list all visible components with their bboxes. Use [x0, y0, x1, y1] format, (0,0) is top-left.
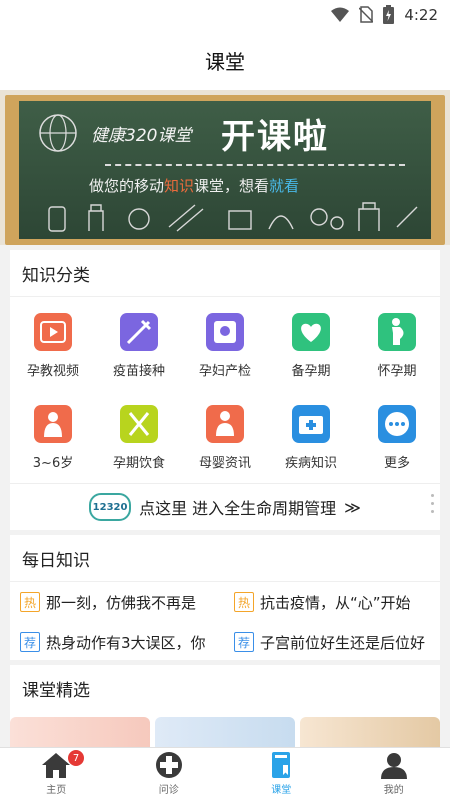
fork-spoon-icon: [120, 405, 158, 443]
globe-doodle-icon: [33, 109, 83, 157]
person-icon: [379, 751, 409, 779]
category-label: 3~6岁: [33, 452, 73, 471]
double-chevron-right-icon: ≫: [344, 498, 361, 517]
picks-title: 课堂精选: [10, 665, 440, 711]
category-label: 孕教视频: [27, 360, 79, 379]
category-grid: 孕教视频 疫苗接种 孕妇产检 备孕期 怀孕期 3~6岁 孕期饮食 母婴资讯 疾病知识 更多: [10, 297, 440, 482]
medical-cross-icon: [154, 751, 184, 779]
medical-kit-icon: [292, 405, 330, 443]
tab-consult[interactable]: 问诊: [113, 748, 226, 801]
status-bar: 4:22: [0, 0, 450, 30]
hot-tag: 热: [20, 592, 40, 612]
battery-charging-icon: [383, 5, 394, 24]
recommend-tag: 荐: [20, 632, 40, 652]
more-vertical-icon: [431, 494, 434, 513]
category-label: 疾病知识: [285, 452, 337, 471]
category-item[interactable]: 孕教视频: [10, 313, 96, 379]
banner-title-left: 健康320课堂: [91, 121, 191, 146]
pregnant-woman-icon: [378, 313, 416, 351]
notification-badge: 7: [68, 750, 84, 766]
category-label: 疫苗接种: [113, 360, 165, 379]
daily-item-text: 那一刻，仿佛我不再是: [46, 592, 196, 613]
syringe-icon: [120, 313, 158, 351]
banner-subtitle: 做您的移动知识课堂，想看就看: [89, 175, 299, 196]
category-label: 更多: [384, 452, 410, 471]
pregnant-check-icon: [206, 313, 244, 351]
daily-card: 每日知识 热 那一刻，仿佛我不再是 热 抗击疫情，从“心”开始 荐 热身动作有3…: [10, 535, 440, 660]
lifecycle-link[interactable]: 12320 点这里 进入全生命周期管理 ≫: [10, 483, 440, 530]
hot-tag: 热: [234, 592, 254, 612]
tab-classroom[interactable]: 课堂: [225, 748, 338, 801]
daily-item[interactable]: 荐 热身动作有3大误区，你: [20, 629, 206, 655]
daily-item-text: 子宫前位好生还是后位好: [260, 632, 425, 653]
page-title: 课堂: [205, 46, 245, 75]
tab-home[interactable]: 7 主页: [0, 748, 113, 801]
pick-card[interactable]: [10, 717, 150, 747]
pick-card[interactable]: [155, 717, 295, 747]
category-item[interactable]: 孕期饮食: [96, 405, 182, 471]
category-item[interactable]: 母婴资讯: [182, 405, 268, 471]
categories-title: 知识分类: [10, 250, 440, 297]
category-label: 孕期饮食: [113, 452, 165, 471]
banner-title-right: 开课啦: [221, 109, 329, 158]
12320-logo: 12320: [89, 493, 131, 521]
chalkboard: 健康320课堂 开课啦 做您的移动知识课堂，想看就看: [5, 95, 445, 245]
status-time: 4:22: [404, 6, 438, 24]
daily-item[interactable]: 热 那一刻，仿佛我不再是: [20, 589, 196, 615]
category-item[interactable]: 孕妇产检: [182, 313, 268, 379]
category-label: 怀孕期: [377, 360, 416, 379]
mother-baby-icon: [206, 405, 244, 443]
heart-hands-icon: [292, 313, 330, 351]
daily-item-text: 热身动作有3大误区，你: [46, 632, 206, 653]
banner-divider: [105, 164, 405, 166]
wifi-icon: [331, 7, 349, 23]
tab-mine[interactable]: 我的: [338, 748, 450, 801]
category-item[interactable]: 更多: [354, 405, 440, 471]
category-label: 孕妇产检: [199, 360, 251, 379]
lifecycle-text: 点这里 进入全生命周期管理: [139, 495, 336, 519]
more-dots-icon: [378, 405, 416, 443]
daily-item-text: 抗击疫情，从“心”开始: [260, 592, 411, 613]
category-item[interactable]: 疫苗接种: [96, 313, 182, 379]
category-label: 备孕期: [291, 360, 330, 379]
recommend-tag: 荐: [234, 632, 254, 652]
category-item[interactable]: 疾病知识: [268, 405, 354, 471]
bottom-tab-bar: 7 主页 问诊 课堂 我的: [0, 747, 450, 801]
no-sim-icon: [359, 6, 373, 23]
category-item[interactable]: 备孕期: [268, 313, 354, 379]
child-icon: [34, 405, 72, 443]
category-item[interactable]: 3~6岁: [10, 405, 96, 471]
video-play-icon: [34, 313, 72, 351]
header: 课堂: [0, 30, 450, 90]
category-label: 母婴资讯: [199, 452, 251, 471]
categories-card: 知识分类 孕教视频 疫苗接种 孕妇产检 备孕期 怀孕期 3~6岁 孕期饮食 母婴资讯 疾病知识 更…: [10, 250, 440, 483]
daily-title: 每日知识: [10, 535, 440, 582]
medical-doodles-icon: [19, 197, 431, 239]
banner[interactable]: 健康320课堂 开课啦 做您的移动知识课堂，想看就看: [0, 90, 450, 245]
category-item[interactable]: 怀孕期: [354, 313, 440, 379]
pick-card[interactable]: [300, 717, 440, 747]
home-icon: [41, 751, 71, 779]
daily-item[interactable]: 荐 子宫前位好生还是后位好: [234, 629, 425, 655]
daily-item[interactable]: 热 抗击疫情，从“心”开始: [234, 589, 411, 615]
book-icon: [266, 751, 296, 779]
